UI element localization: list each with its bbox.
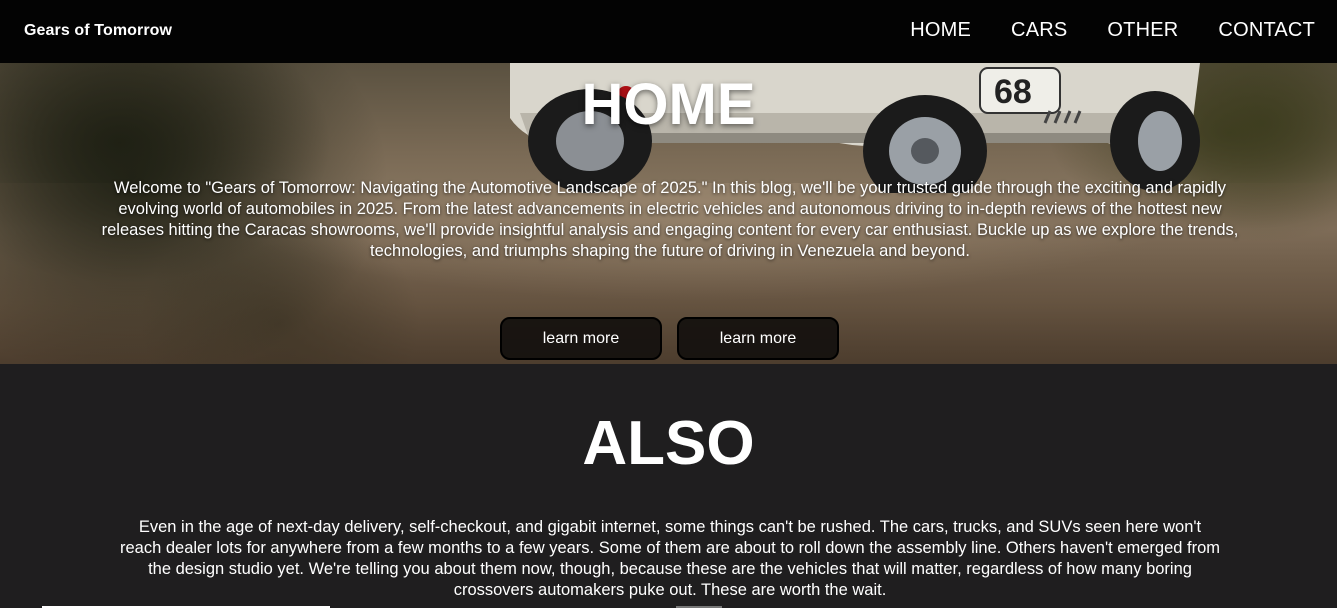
hero-title: HOME	[581, 72, 756, 137]
nav-link-home[interactable]: HOME	[910, 19, 971, 42]
nav-links: HOME CARS OTHER CONTACT	[910, 19, 1315, 42]
nav-link-cars[interactable]: CARS	[1011, 19, 1067, 42]
hero-section: 68 HOME Welcome to "Gears of Tomorrow: N…	[0, 63, 1337, 364]
also-title: ALSO	[582, 409, 755, 478]
learn-more-button-2[interactable]: learn more	[677, 317, 839, 360]
navbar: Gears of Tomorrow HOME CARS OTHER CONTAC…	[0, 0, 1337, 63]
hero-intro-text: Welcome to "Gears of Tomorrow: Navigatin…	[101, 179, 1239, 260]
nav-link-contact[interactable]: CONTACT	[1218, 19, 1315, 42]
also-text: Even in the age of next-day delivery, se…	[120, 518, 1221, 599]
learn-more-button-1[interactable]: learn more	[500, 317, 662, 360]
also-section: ALSO Even in the age of next-day deliver…	[0, 364, 1337, 608]
nav-link-other[interactable]: OTHER	[1107, 19, 1178, 42]
hero-button-group: learn more learn more	[500, 317, 839, 360]
brand-logo-text[interactable]: Gears of Tomorrow	[24, 22, 172, 40]
